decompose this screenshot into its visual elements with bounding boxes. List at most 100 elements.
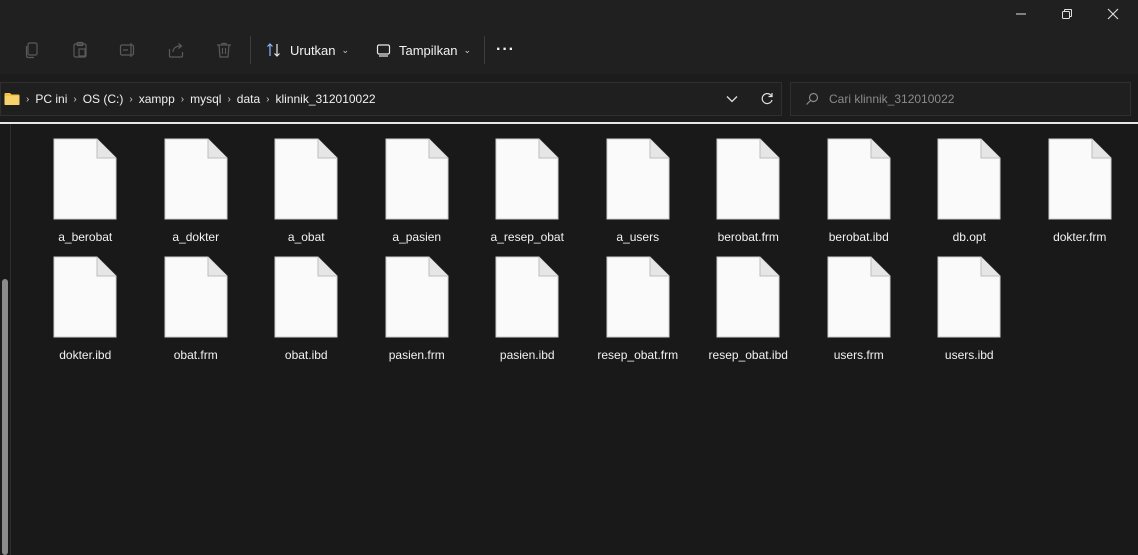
view-label: Tampilkan <box>399 42 458 58</box>
file-name: dokter.ibd <box>59 348 112 362</box>
refresh-icon <box>761 92 773 105</box>
file-item[interactable]: users.frm <box>804 254 915 372</box>
address-history-button[interactable] <box>719 83 745 115</box>
toolbar-separator <box>250 36 251 64</box>
delete-button[interactable] <box>208 35 240 65</box>
view-button[interactable]: Tampilkan ⌄ <box>376 35 471 65</box>
file-icon <box>164 256 228 338</box>
breadcrumb-data[interactable]: data <box>233 92 264 106</box>
file-icon <box>937 256 1001 338</box>
share-button[interactable] <box>160 35 192 65</box>
navigation-pane-scrollbar[interactable] <box>2 279 8 555</box>
paste-icon <box>73 41 87 58</box>
breadcrumb-drive[interactable]: OS (C:) <box>79 92 128 106</box>
file-name: resep_obat.ibd <box>708 348 788 362</box>
restore-button[interactable] <box>1044 0 1090 28</box>
file-item[interactable]: a_resep_obat <box>472 136 583 254</box>
file-icon <box>495 256 559 338</box>
file-name: dokter.frm <box>1053 230 1107 244</box>
file-name: a_users <box>616 230 660 244</box>
file-icon <box>274 138 338 220</box>
file-item[interactable]: users.ibd <box>914 254 1025 372</box>
file-name: pasien.ibd <box>499 348 555 362</box>
file-icon <box>606 256 670 338</box>
breadcrumb-mysql[interactable]: mysql <box>186 92 225 106</box>
file-icon <box>716 256 780 338</box>
title-bar <box>0 0 1138 28</box>
file-item[interactable]: berobat.ibd <box>804 136 915 254</box>
file-view: a_berobat a_dokter a_obat a_pasien a_resep_o… <box>18 124 1138 555</box>
file-item[interactable]: a_obat <box>251 136 362 254</box>
chevron-right-icon[interactable]: › <box>71 94 78 105</box>
breadcrumb-current[interactable]: klinnik_312010022 <box>271 92 379 106</box>
delete-icon <box>217 42 231 58</box>
copy-icon <box>25 42 38 59</box>
file-item[interactable]: pasien.frm <box>362 254 473 372</box>
navigation-pane <box>0 124 18 555</box>
file-icon <box>716 138 780 220</box>
file-item[interactable]: pasien.ibd <box>472 254 583 372</box>
refresh-button[interactable] <box>753 83 781 115</box>
file-icon <box>385 138 449 220</box>
chevron-down-icon: ⌄ <box>341 44 350 55</box>
file-item[interactable]: obat.frm <box>141 254 252 372</box>
search-box[interactable]: Cari klinnik_312010022 <box>790 82 1131 116</box>
file-item[interactable]: dokter.ibd <box>30 254 141 372</box>
file-item[interactable]: obat.ibd <box>251 254 362 372</box>
chevron-right-icon[interactable]: › <box>225 94 232 105</box>
file-grid: a_berobat a_dokter a_obat a_pasien a_resep_o… <box>30 136 1138 372</box>
file-icon <box>1048 138 1112 220</box>
file-item[interactable]: resep_obat.ibd <box>693 254 804 372</box>
rename-button[interactable] <box>112 35 144 65</box>
file-item[interactable]: berobat.frm <box>693 136 804 254</box>
more-options-button[interactable]: ··· <box>496 35 515 65</box>
file-item[interactable]: a_users <box>583 136 694 254</box>
file-name: resep_obat.frm <box>597 348 679 362</box>
file-name: a_obat <box>287 230 325 244</box>
minimize-icon <box>1016 13 1026 15</box>
breadcrumb-pc[interactable]: PC ini <box>31 92 71 106</box>
file-name: berobat.frm <box>717 230 779 244</box>
file-icon <box>937 138 1001 220</box>
file-item[interactable]: dokter.frm <box>1025 136 1136 254</box>
file-icon <box>827 138 891 220</box>
rename-icon <box>119 43 135 57</box>
close-button[interactable] <box>1090 0 1136 28</box>
file-name: pasien.frm <box>388 348 445 362</box>
file-item[interactable]: a_berobat <box>30 136 141 254</box>
file-name: db.opt <box>952 230 986 244</box>
file-icon <box>827 256 891 338</box>
file-icon <box>385 256 449 338</box>
file-name: a_pasien <box>392 230 442 244</box>
command-bar: Urutkan ⌄ Tampilkan ⌄ ··· <box>0 28 1138 74</box>
restore-icon <box>1062 9 1072 19</box>
file-icon <box>606 138 670 220</box>
chevron-right-icon[interactable]: › <box>127 94 134 105</box>
paste-button[interactable] <box>64 35 96 65</box>
file-name: a_berobat <box>58 230 113 244</box>
file-icon <box>274 256 338 338</box>
sort-label: Urutkan <box>290 42 336 58</box>
chevron-right-icon[interactable]: › <box>179 94 186 105</box>
file-name: a_dokter <box>172 230 220 244</box>
copy-button[interactable] <box>16 35 48 65</box>
view-icon <box>376 43 391 57</box>
file-name: users.frm <box>833 348 884 362</box>
chevron-right-icon: › <box>26 93 30 105</box>
file-icon <box>495 138 559 220</box>
breadcrumb-xampp[interactable]: xampp <box>135 92 179 106</box>
chevron-right-icon[interactable]: › <box>264 94 271 105</box>
file-icon <box>53 256 117 338</box>
sort-button[interactable]: Urutkan ⌄ <box>266 35 349 65</box>
chevron-down-icon: ⌄ <box>463 44 472 55</box>
share-icon <box>168 43 184 58</box>
address-bar[interactable]: › PC ini › OS (C:) › xampp › mysql › dat… <box>0 82 782 116</box>
search-icon <box>806 92 819 105</box>
file-item[interactable]: a_pasien <box>362 136 473 254</box>
file-item[interactable]: resep_obat.frm <box>583 254 694 372</box>
minimize-button[interactable] <box>998 0 1044 28</box>
file-item[interactable]: a_dokter <box>141 136 252 254</box>
more-icon: ··· <box>496 41 515 58</box>
file-item[interactable]: db.opt <box>914 136 1025 254</box>
file-name: obat.frm <box>173 348 218 362</box>
